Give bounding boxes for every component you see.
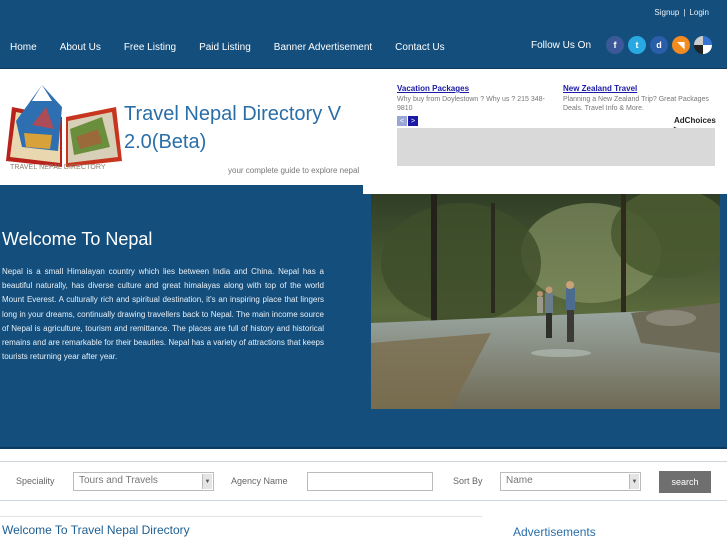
hero-tab-notch (363, 185, 727, 194)
sort-by-value: Name (506, 475, 533, 486)
welcome-heading: Welcome To Nepal (2, 229, 153, 249)
logo-book-icon[interactable] (2, 77, 126, 175)
content-rule (0, 516, 482, 517)
agency-name-label: Agency Name (231, 476, 288, 486)
sort-by-select[interactable]: Name ▼ (500, 472, 641, 491)
logo-caption: TRAVEL NEPAL DIRECTORY (10, 164, 106, 171)
welcome-paragraph: Nepal is a small Himalayan country which… (2, 267, 324, 362)
ad-text: Why buy from Doylestown ? Why us ? 215 3… (397, 96, 545, 112)
nav-about-us[interactable]: About Us (60, 42, 101, 53)
account-links: Signup | Login (654, 8, 709, 17)
tagline: your complete guide to explore nepal (228, 166, 360, 175)
follow-us-label: Follow Us On (531, 40, 592, 51)
directory-welcome-heading: Welcome To Travel Nepal Directory (2, 523, 190, 537)
section-divider (0, 447, 727, 449)
ad-banner-placeholder (397, 128, 715, 166)
site-title[interactable]: Travel Nepal Directory V 2.0(Beta) (124, 100, 374, 156)
sort-by-label: Sort By (453, 476, 483, 486)
chevron-down-icon[interactable]: ▼ (202, 474, 212, 489)
hero-section: Welcome To Nepal Nepal is a small Himala… (0, 185, 727, 447)
top-navigation-bar: Signup | Login Home About Us Free Listing … (0, 0, 727, 69)
nav-contact-us[interactable]: Contact Us (395, 42, 444, 53)
link-separator: | (683, 8, 686, 17)
ad-title[interactable]: Vacation Packages (397, 84, 555, 93)
ad-item[interactable]: New Zealand Travel Planning a New Zealan… (563, 84, 721, 113)
social-icons: f t d ◥ (606, 36, 716, 54)
search-button[interactable]: search (659, 471, 711, 493)
search-bar: Speciality Tours and Travels ▼ Agency Na… (0, 461, 727, 501)
chevron-down-icon[interactable]: ▼ (629, 474, 639, 489)
ad-pager: < > (397, 116, 419, 126)
agency-name-input[interactable] (307, 472, 433, 491)
main-nav: Home About Us Free Listing Paid Listing … (10, 42, 468, 53)
ad-item[interactable]: Vacation Packages Why buy from Doylestow… (397, 84, 555, 113)
nav-free-listing[interactable]: Free Listing (124, 42, 176, 53)
speciality-value: Tours and Travels (79, 475, 158, 486)
speciality-select[interactable]: Tours and Travels ▼ (73, 472, 214, 491)
rss-icon[interactable]: ◥ (672, 36, 690, 54)
ad-prev-button[interactable]: < (397, 116, 407, 126)
delicious-icon[interactable] (694, 36, 712, 54)
ad-text: Planning a New Zealand Trip? Great Packa… (563, 96, 709, 112)
ad-next-button[interactable]: > (408, 116, 418, 126)
facebook-icon[interactable]: f (606, 36, 624, 54)
nav-banner-advertisement[interactable]: Banner Advertisement (274, 42, 372, 53)
advertisements-heading: Advertisements (513, 525, 596, 539)
nav-home[interactable]: Home (10, 42, 37, 53)
ad-title[interactable]: New Zealand Travel (563, 84, 721, 93)
signup-link[interactable]: Signup (654, 8, 679, 17)
trekking-photo (371, 193, 720, 409)
nav-paid-listing[interactable]: Paid Listing (199, 42, 251, 53)
login-link[interactable]: Login (689, 8, 709, 17)
twitter-icon[interactable]: t (628, 36, 646, 54)
diigo-icon[interactable]: d (650, 36, 668, 54)
speciality-label: Speciality (16, 476, 55, 486)
